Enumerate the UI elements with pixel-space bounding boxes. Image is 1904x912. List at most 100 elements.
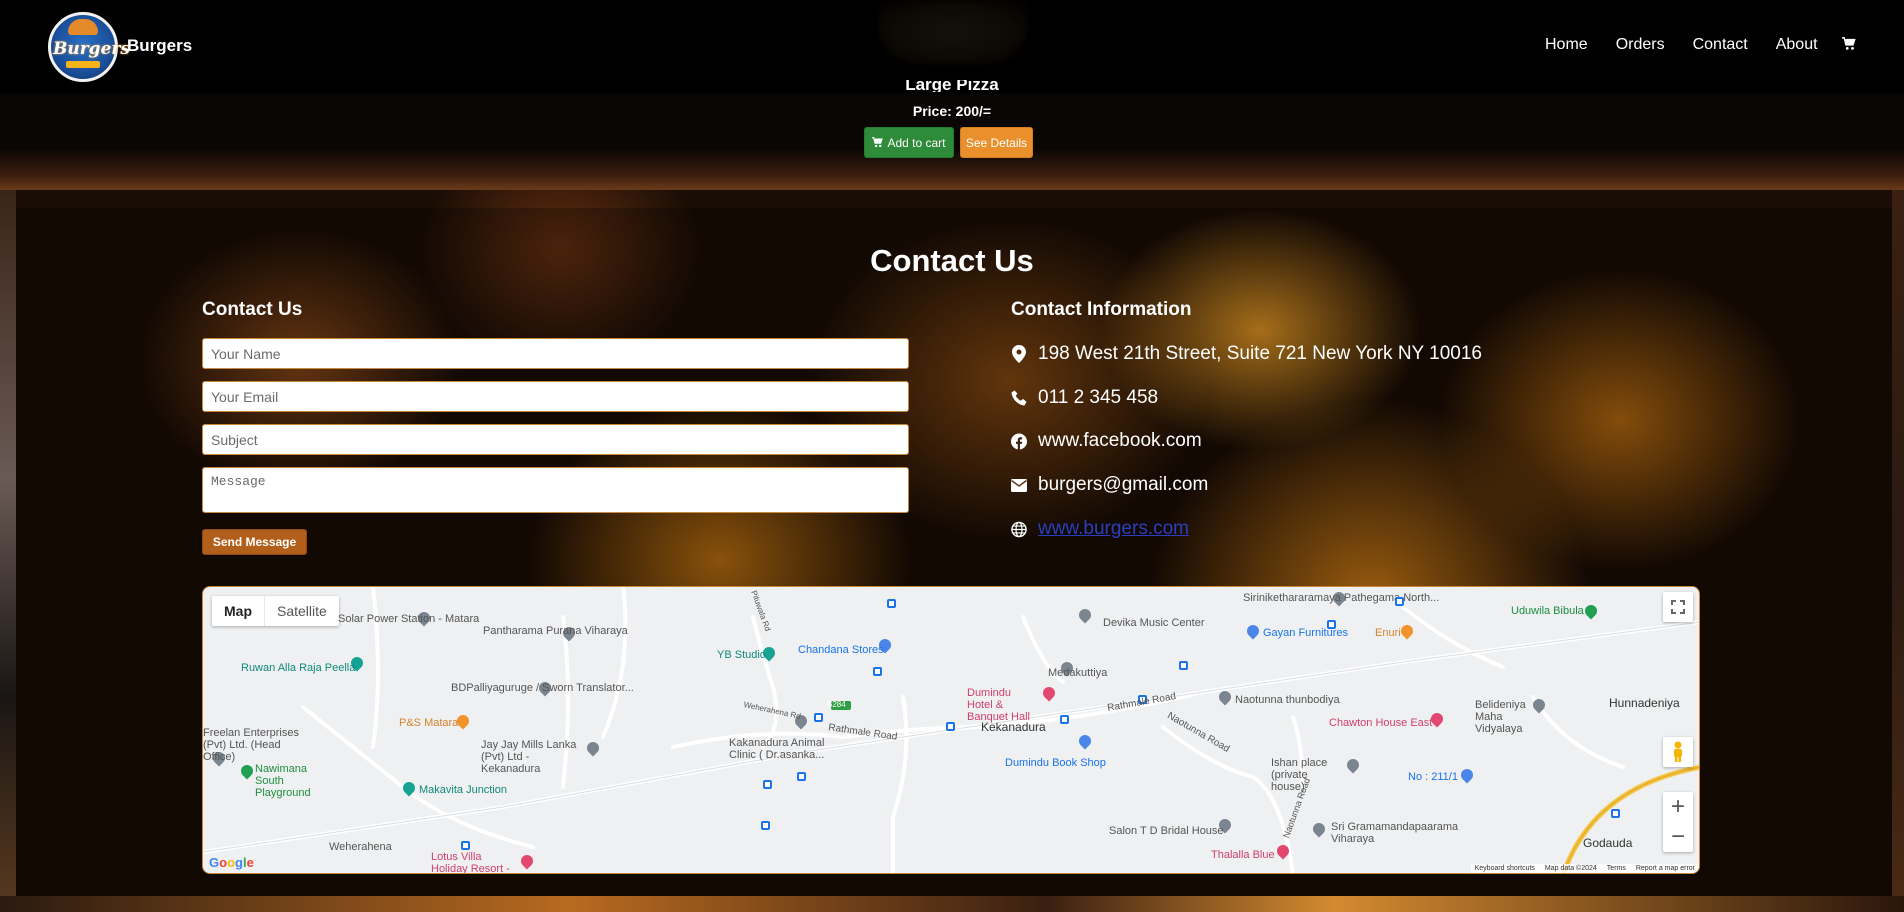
- map-place[interactable]: Gayan Furnitures: [1263, 627, 1348, 639]
- address-text: 198 West 21th Street, Suite 721 New York…: [1038, 343, 1482, 364]
- bus-stop-icon[interactable]: [1327, 620, 1336, 629]
- map-place[interactable]: Hunnadeniya: [1609, 697, 1680, 709]
- map-place[interactable]: BDPalliyaguruge / Sworn Translator...: [451, 682, 634, 694]
- bus-stop-icon[interactable]: [1611, 809, 1620, 818]
- website-link[interactable]: www.burgers.com: [1038, 518, 1189, 540]
- map-place[interactable]: Naotunna thunbodiya: [1235, 694, 1340, 706]
- page-background-bottom: [0, 896, 1904, 912]
- map-view-button[interactable]: Map: [212, 596, 264, 626]
- nav-link-orders[interactable]: Orders: [1616, 36, 1665, 54]
- map-data-text: Map data ©2024: [1544, 865, 1597, 872]
- bus-stop-icon[interactable]: [1179, 661, 1188, 670]
- map-place[interactable]: Dumindu Hotel & Banquet Hall: [967, 687, 1039, 723]
- website-row: www.burgers.com: [1011, 518, 1189, 540]
- terms-link[interactable]: Terms: [1607, 865, 1626, 872]
- add-to-cart-button[interactable]: Add to cart: [864, 127, 954, 158]
- map-place[interactable]: Uduwila Bibula: [1511, 605, 1584, 617]
- map-type-toggle: Map Satellite: [212, 596, 339, 626]
- phone-row: 011 2 345 458: [1011, 387, 1158, 409]
- envelope-icon: [1011, 476, 1027, 494]
- see-details-button[interactable]: See Details: [960, 127, 1033, 158]
- product-price: Price: 200/=: [912, 103, 992, 119]
- map-place[interactable]: Belideniya Maha Vidyalaya: [1475, 699, 1535, 735]
- map-place[interactable]: Makavita Junction: [419, 784, 507, 796]
- map-place[interactable]: No : 211/1: [1408, 771, 1458, 783]
- map-place[interactable]: Weherahena: [329, 841, 392, 853]
- map-place[interactable]: Kakanadura Animal Clinic ( Dr.asanka...: [729, 737, 827, 761]
- section-title: Contact Us: [870, 243, 1034, 278]
- map-place[interactable]: Pantharama Purana Viharaya: [483, 625, 628, 637]
- address-row: 198 West 21th Street, Suite 721 New York…: [1011, 343, 1482, 365]
- brand-name[interactable]: Burgers: [127, 36, 192, 56]
- burger-icon: [68, 19, 98, 35]
- road-label: B284: [827, 700, 846, 709]
- satellite-view-button[interactable]: Satellite: [264, 596, 339, 626]
- zoom-out-button[interactable]: −: [1663, 822, 1693, 852]
- map-place[interactable]: P&S Matara: [399, 717, 458, 729]
- report-map-error-link[interactable]: Report a map error: [1636, 865, 1695, 872]
- map-place[interactable]: Kekanadura: [981, 721, 1046, 733]
- map-place[interactable]: YB Studio: [717, 649, 766, 661]
- map-place[interactable]: Medakuttiya: [1048, 667, 1107, 679]
- keyboard-shortcuts-link[interactable]: Keyboard shortcuts: [1475, 865, 1535, 872]
- map-place[interactable]: Solar Power Station - Matara: [338, 613, 479, 625]
- google-logo: Google: [209, 855, 254, 870]
- map-place[interactable]: Sri Gramamandapaarama Viharaya: [1331, 821, 1461, 845]
- map-place[interactable]: Chawton House East: [1329, 717, 1432, 729]
- google-map[interactable]: Map Satellite + − Solar Power Station - …: [202, 586, 1700, 874]
- bus-stop-icon[interactable]: [946, 722, 955, 731]
- send-message-button[interactable]: Send Message: [202, 529, 307, 555]
- globe-icon: [1011, 520, 1027, 538]
- map-marker-icon: [1011, 345, 1027, 363]
- email-row: burgers@gmail.com: [1011, 474, 1208, 496]
- map-place[interactable]: Salon T D Bridal House: [1109, 825, 1224, 837]
- nav-links: Home Orders Contact About: [1545, 36, 1846, 54]
- subject-input[interactable]: [202, 424, 909, 455]
- zoom-controls: + −: [1663, 792, 1693, 852]
- map-place[interactable]: Thalalla Blue: [1211, 849, 1275, 861]
- phone-text: 011 2 345 458: [1038, 387, 1159, 408]
- map-place[interactable]: Nawimana South Playground: [255, 763, 325, 799]
- bus-stop-icon[interactable]: [761, 821, 770, 830]
- bus-stop-icon[interactable]: [873, 667, 882, 676]
- form-title: Contact Us: [202, 299, 303, 320]
- pegman-icon[interactable]: [1663, 737, 1693, 767]
- map-place[interactable]: Sirinikethararamaya Pathegama North...: [1243, 592, 1439, 604]
- bus-stop-icon[interactable]: [1395, 597, 1404, 606]
- map-place[interactable]: Enuri: [1375, 627, 1401, 639]
- map-place[interactable]: Ruwan Alla Raja Peella: [241, 662, 355, 674]
- facebook-icon: [1011, 432, 1027, 450]
- email-input[interactable]: [202, 381, 909, 412]
- nav-link-about[interactable]: About: [1776, 36, 1818, 54]
- map-place[interactable]: Godauda: [1583, 837, 1632, 849]
- bus-stop-icon[interactable]: [1060, 715, 1069, 724]
- phone-icon: [1011, 389, 1027, 407]
- bus-stop-icon[interactable]: [763, 780, 772, 789]
- brand-logo-text: Burgers: [53, 39, 130, 59]
- contact-info-title: Contact Information: [1011, 299, 1192, 320]
- brand-logo[interactable]: Burgers: [48, 12, 130, 82]
- page-background-right: [1892, 190, 1904, 912]
- bus-stop-icon[interactable]: [814, 713, 823, 722]
- bus-stop-icon[interactable]: [461, 841, 470, 850]
- map-place[interactable]: Chandana Stores: [798, 644, 884, 656]
- bus-stop-icon[interactable]: [887, 599, 896, 608]
- fullscreen-icon[interactable]: [1663, 592, 1693, 622]
- map-place[interactable]: Jay Jay Mills Lanka (Pvt) Ltd - Kekanadu…: [481, 739, 585, 775]
- bus-stop-icon[interactable]: [797, 772, 806, 781]
- page-background-left: [0, 190, 16, 912]
- map-place[interactable]: Lotus Villa Holiday Resort - Makawita: [431, 851, 519, 873]
- name-input[interactable]: [202, 338, 909, 369]
- map-place[interactable]: Freelan Enterprises (Pvt) Ltd. (Head Off…: [203, 727, 315, 763]
- product-name: Large Pizza: [905, 80, 999, 92]
- map-place[interactable]: Devika Music Center: [1103, 617, 1204, 629]
- facebook-text: www.facebook.com: [1038, 430, 1202, 451]
- map-place[interactable]: Dumindu Book Shop: [1005, 757, 1106, 769]
- shopping-cart-icon: [872, 137, 884, 148]
- zoom-in-button[interactable]: +: [1663, 792, 1693, 822]
- shopping-cart-icon[interactable]: [1842, 37, 1856, 51]
- nav-link-home[interactable]: Home: [1545, 36, 1588, 54]
- nav-link-contact[interactable]: Contact: [1693, 36, 1748, 54]
- facebook-row: www.facebook.com: [1011, 430, 1202, 452]
- message-textarea[interactable]: [202, 467, 909, 513]
